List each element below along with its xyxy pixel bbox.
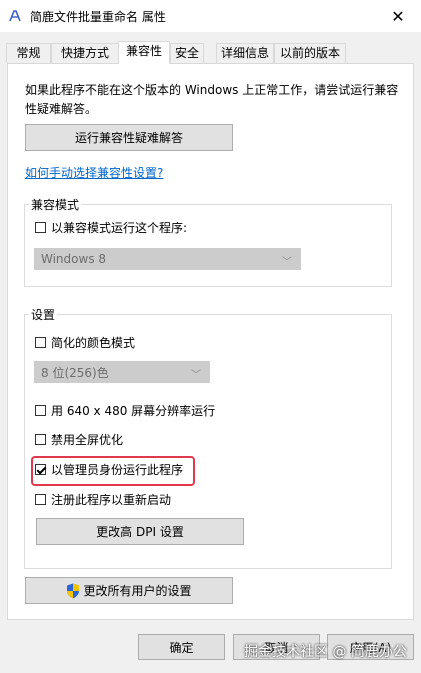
window-title: 简鹿文件批量重命名 属性 <box>30 10 166 24</box>
compat-description: 如果此程序不能在这个版本的 Windows 上正常工作，请尝试运行兼容性疑难解答… <box>25 83 399 116</box>
chevron-down-icon: ﹀ <box>191 370 201 381</box>
shield-icon <box>67 583 80 598</box>
chevron-down-icon: ﹀ <box>282 257 292 268</box>
title-bar: 简鹿文件批量重命名 属性 ✕ <box>0 0 421 32</box>
settings-legend: 设置 <box>31 308 56 322</box>
tab-previous-versions[interactable]: 以前的版本 <box>274 43 346 63</box>
tab-security[interactable]: 安全 <box>170 43 204 63</box>
compat-mode-checkbox[interactable]: 以兼容模式运行这个程序: <box>35 219 187 236</box>
tab-shortcut[interactable]: 快捷方式 <box>51 43 119 63</box>
checkbox-box <box>35 434 46 445</box>
manual-settings-link[interactable]: 如何手动选择兼容性设置? <box>25 164 163 181</box>
app-icon <box>9 10 21 22</box>
ok-button[interactable]: 确定 <box>138 634 225 660</box>
tab-general[interactable]: 常规 <box>6 43 51 63</box>
resolution-640-checkbox[interactable]: 用 640 x 480 屏幕分辨率运行 <box>35 402 215 419</box>
register-restart-checkbox[interactable]: 注册此程序以重新启动 <box>35 491 171 508</box>
tab-details[interactable]: 详细信息 <box>216 43 274 63</box>
compat-mode-group: 兼容模式 <box>24 196 392 287</box>
checkbox-box <box>35 494 46 505</box>
reduced-color-checkbox[interactable]: 简化的颜色模式 <box>35 334 135 351</box>
disable-fullscreen-checkbox[interactable]: 禁用全屏优化 <box>35 431 123 448</box>
run-as-admin-checkbox[interactable]: 以管理员身份运行此程序 <box>35 461 183 478</box>
change-dpi-button[interactable]: 更改高 DPI 设置 <box>36 518 244 545</box>
tab-strip: 常规 快捷方式 兼容性 安全 详细信息 以前的版本 <box>6 41 416 64</box>
compatibility-panel: 如果此程序不能在这个版本的 Windows 上正常工作，请尝试运行兼容性疑难解答… <box>7 63 414 620</box>
checkbox-box <box>35 337 46 348</box>
tab-compatibility[interactable]: 兼容性 <box>118 41 170 64</box>
checkbox-box <box>35 222 46 233</box>
close-button[interactable]: ✕ <box>375 0 421 32</box>
close-icon: ✕ <box>391 6 405 26</box>
checkbox-box <box>35 405 46 416</box>
color-depth-select[interactable]: 8 位(256)色 ﹀ <box>34 361 210 383</box>
change-all-users-button[interactable]: 更改所有用户的设置 <box>25 577 233 604</box>
checkbox-box <box>35 464 46 475</box>
compat-mode-legend: 兼容模式 <box>31 198 80 212</box>
run-troubleshooter-button[interactable]: 运行兼容性疑难解答 <box>25 124 233 151</box>
windows-version-select[interactable]: Windows 8 ﹀ <box>34 248 301 270</box>
watermark: 掘金技术社区 @ 简鹿办公 <box>244 644 407 660</box>
